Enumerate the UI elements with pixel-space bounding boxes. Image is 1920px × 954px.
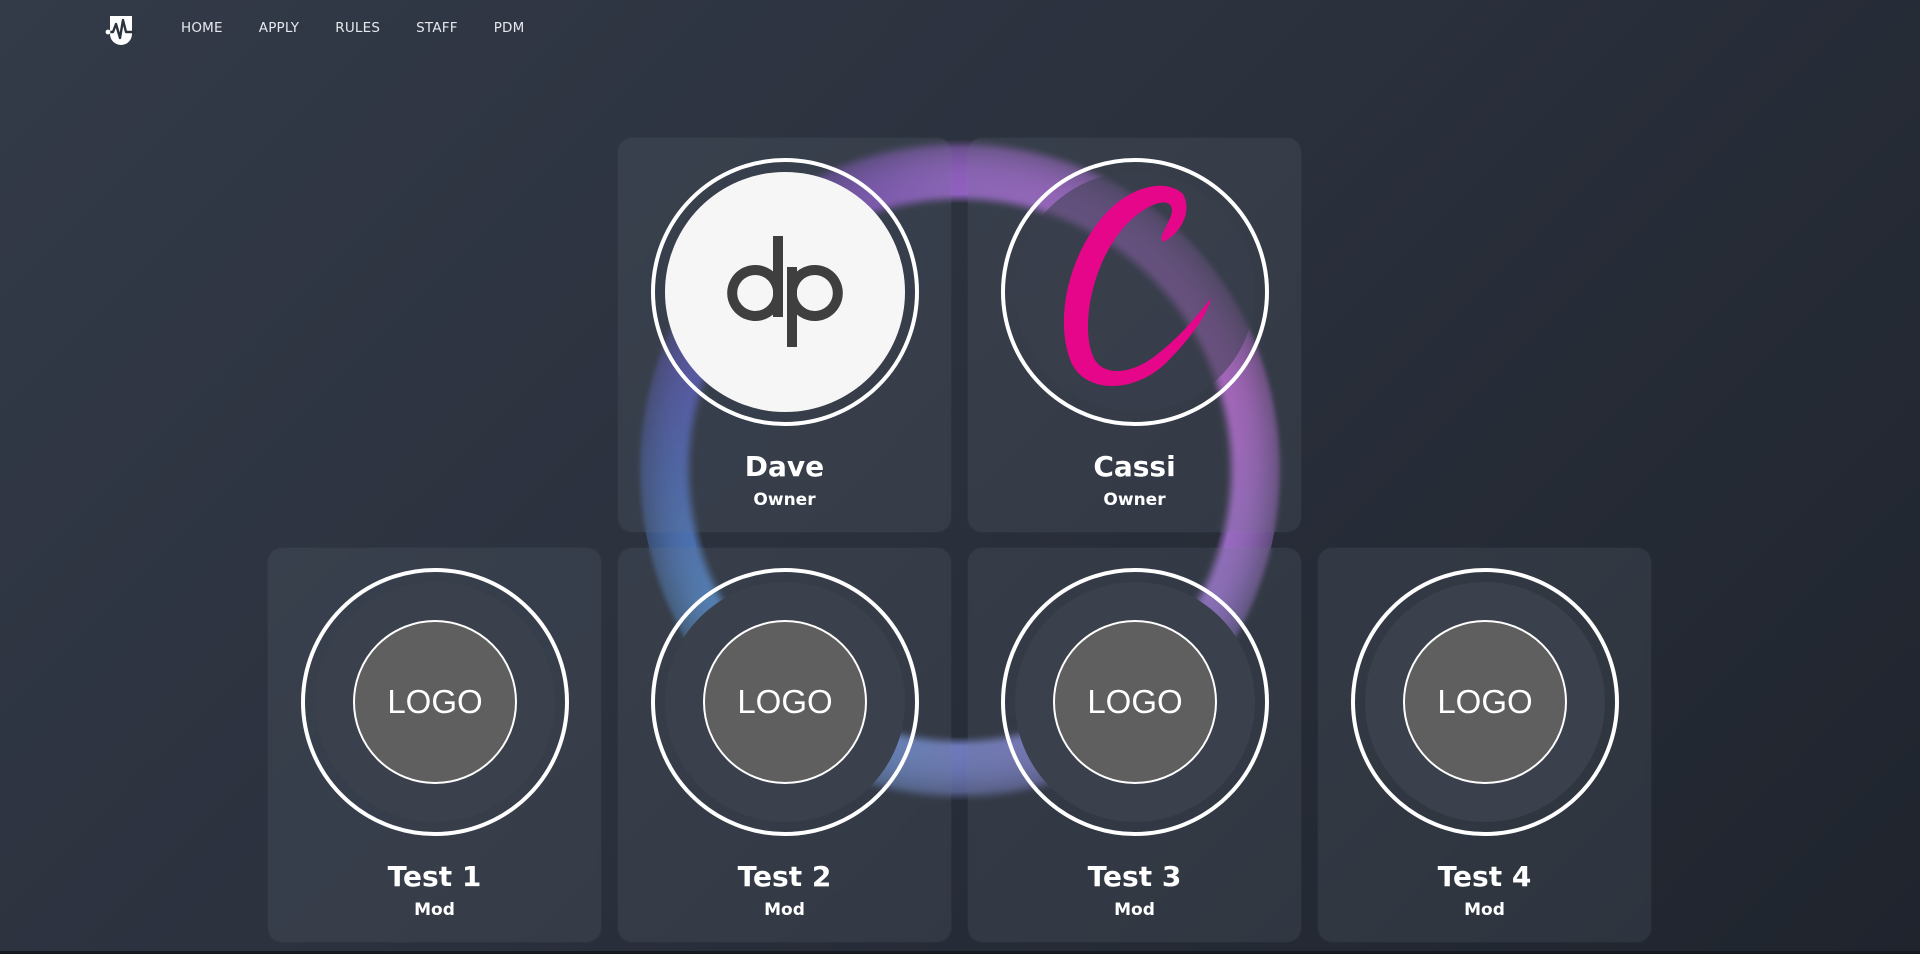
staff-card-test-1: LOGO Test 1 Mod	[268, 548, 601, 942]
staff-name: Test 3	[1087, 860, 1182, 893]
staff-role: Owner	[753, 490, 816, 510]
nav-links: HOME APPLY RULES STAFF PDM	[181, 20, 561, 36]
staff-page: HOME APPLY RULES STAFF PDM Dave Owner Ca…	[0, 0, 1920, 954]
heartbeat-brand-icon[interactable]	[104, 12, 138, 46]
avatar-ring: LOGO	[651, 568, 919, 836]
avatar-ring	[651, 158, 919, 426]
avatar: LOGO	[1015, 582, 1255, 822]
staff-card-test-4: LOGO Test 4 Mod	[1318, 548, 1651, 942]
staff-role: Owner	[1103, 490, 1166, 510]
staff-name: Cassi	[1093, 450, 1176, 483]
nav-link-pdm[interactable]: PDM	[494, 20, 525, 36]
nav-link-staff[interactable]: STAFF	[416, 20, 458, 36]
avatar: LOGO	[1365, 582, 1605, 822]
staff-role: Mod	[414, 900, 455, 920]
avatar-ring: LOGO	[301, 568, 569, 836]
logo-placeholder: LOGO	[703, 620, 867, 784]
dp-monogram-icon	[727, 236, 843, 347]
staff-role: Mod	[1114, 900, 1155, 920]
logo-placeholder: LOGO	[353, 620, 517, 784]
staff-name: Test 1	[387, 860, 482, 893]
avatar: LOGO	[315, 582, 555, 822]
staff-name: Test 2	[737, 860, 832, 893]
avatar: LOGO	[665, 582, 905, 822]
staff-name: Test 4	[1437, 860, 1532, 893]
staff-card-cassi: Cassi Owner	[968, 138, 1301, 532]
nav-link-rules[interactable]: RULES	[335, 20, 380, 36]
nav-link-apply[interactable]: APPLY	[259, 20, 300, 36]
avatar	[1015, 172, 1255, 412]
staff-name: Dave	[744, 450, 825, 483]
top-navigation: HOME APPLY RULES STAFF PDM	[0, 0, 1920, 58]
logo-placeholder: LOGO	[1403, 620, 1567, 784]
avatar	[665, 172, 905, 412]
staff-role: Mod	[1464, 900, 1505, 920]
avatar-ring: LOGO	[1001, 568, 1269, 836]
nav-link-home[interactable]: HOME	[181, 20, 223, 36]
staff-role: Mod	[764, 900, 805, 920]
avatar-ring	[1001, 158, 1269, 426]
logo-placeholder: LOGO	[1053, 620, 1217, 784]
staff-card-test-3: LOGO Test 3 Mod	[968, 548, 1301, 942]
pink-c-letter-icon	[1063, 185, 1211, 386]
staff-card-test-2: LOGO Test 2 Mod	[618, 548, 951, 942]
avatar-ring: LOGO	[1351, 568, 1619, 836]
staff-card-dave: Dave Owner	[618, 138, 951, 532]
